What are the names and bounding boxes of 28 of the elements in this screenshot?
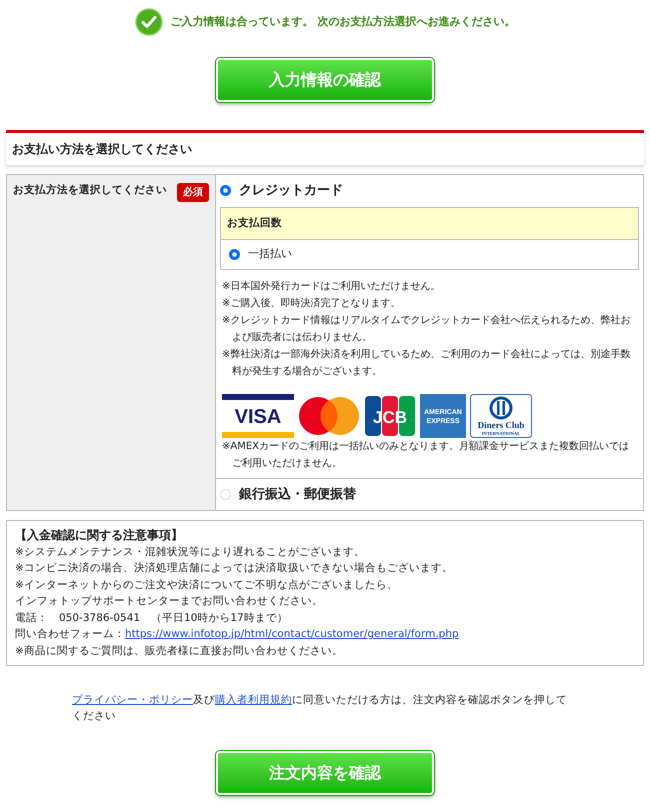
radio-button[interactable] (229, 249, 240, 260)
installments-heading: お支払回数 (221, 208, 638, 240)
radio-button[interactable] (220, 185, 231, 196)
note-text: ※弊社決済は一部海外決済を利用しているため、ご利用のカード会社によっては、別途手数料が発生する場合がございます。 (222, 348, 632, 379)
installment-option[interactable]: 一括払い (248, 246, 292, 263)
notice-text: 電話： 050-3786-0541 （平日10時から17時まで） (15, 610, 289, 626)
agreement-text: プライバシー・ポリシー及び購入者利用規約に同意いただける方は、注文内容を確認ボタンを押してください (72, 693, 568, 724)
note-text: ※AMEXカードのご利用は一括払いのみとなります。月額課金サービスまた複数回払いではご利用いただけません。 (222, 440, 630, 471)
section-header: お支払い方法を選択してください (6, 130, 644, 165)
form-link[interactable]: https://www.infotop.jp/html/contact/customer/general/form.php (125, 628, 459, 640)
note-text: ※クレジットカード情報はリアルタイムでクレジットカード会社へ伝えられるため、弊社および販売者には伝わりません。 (222, 314, 632, 345)
notice-text: ※インターネットからのご注文や決済についてご不明な点がございましたら、 (15, 578, 399, 593)
payment-option[interactable]: クレジットカード (239, 181, 343, 200)
notice-text: 問い合わせフォーム：https://www.infotop.jp/html/contact/customer/general/form.php (15, 627, 460, 642)
terms-link[interactable]: 購入者利用規約 (215, 694, 292, 706)
note-text: ※ご購入後、即時決済完了となります。 (222, 296, 402, 311)
notice-text: ※システムメンテナンス・混雑状況等により遅れることがございます。 (15, 544, 366, 560)
success-message: ご入力情報は合っています。 次のお支払方法選択へお進みください。 (170, 14, 516, 30)
notice-text: インフォトップサポートセンターまでお問い合わせください。 (15, 594, 324, 610)
notice-text: ※コンビニ決済の場合、決済処理店舗によっては決済取扱いできない場合もございます。 (15, 561, 454, 576)
note-text: ※日本国外発行カードはご利用いただけません。 (222, 280, 442, 294)
required-badge: 必須 (177, 183, 209, 202)
notice-title: 【入金確認に関する注意事項】 (15, 527, 184, 544)
notice-text: ※商品に関するご質問は、販売者様に直接お問い合わせください。 (15, 644, 344, 659)
privacy-policy-link[interactable]: プライバシー・ポリシー (72, 694, 193, 706)
field-label: お支払方法を選択してください (13, 183, 167, 198)
payment-option[interactable]: 銀行振込・郵便振替 (239, 484, 356, 504)
check-icon (134, 8, 163, 36)
